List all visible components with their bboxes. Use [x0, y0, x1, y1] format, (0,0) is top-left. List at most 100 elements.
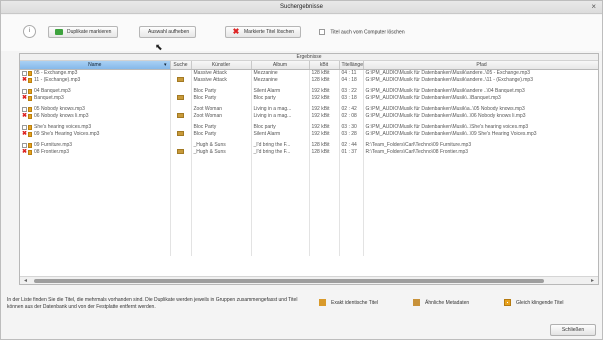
- file-name: She's hearing voices.mp3: [34, 123, 92, 130]
- file-name: 09 Furniture.mp3: [34, 141, 73, 148]
- cell-name[interactable]: ✖ Banquet.mp3: [20, 94, 171, 102]
- table-row[interactable]: 09 Furniture.mp3 _Hugh & Suns _I'd bring t…: [20, 141, 598, 149]
- cell-name[interactable]: ✖ 11 - (Exchange).mp3: [20, 76, 171, 84]
- row-checkbox[interactable]: [22, 142, 27, 148]
- column-header-album[interactable]: Album: [251, 61, 310, 70]
- cell-name[interactable]: ✖ 09 She's Hearing Voices.mp3: [20, 130, 171, 138]
- cell-path: R:\Team_Folders\Carl\Techno\08 Frontier.…: [363, 148, 598, 156]
- cell-album: Silent Alarm: [251, 87, 310, 95]
- cell-kbit: 192 kBit: [309, 87, 340, 95]
- column-header-kbit[interactable]: kBit: [309, 61, 340, 70]
- scroll-left-icon[interactable]: ◂: [24, 277, 27, 284]
- cell-album: _I'd bring the F...: [251, 141, 310, 149]
- results-grid: Ergebnisse Name ▾ Suche Künstler Album kB…: [19, 53, 599, 285]
- delete-mark-icon[interactable]: ✖: [22, 131, 27, 137]
- empty-row: [20, 165, 598, 176]
- cell-name[interactable]: 04 Banquet.mp3: [20, 87, 171, 95]
- mark-icon: [55, 29, 63, 35]
- row-checkbox[interactable]: [22, 106, 27, 112]
- cell-length: 03 : 30: [339, 123, 364, 131]
- cell-search: [170, 76, 192, 84]
- window-title: Suchergebnisse: [279, 4, 324, 10]
- delete-mark-icon[interactable]: ✖: [22, 113, 27, 119]
- cell-name[interactable]: ✖ 06 Nobody knows li.mp3: [20, 112, 171, 120]
- cell-artist: Zoot Woman: [191, 105, 252, 113]
- file-name: 04 Banquet.mp3: [34, 87, 71, 94]
- delete-marked-button[interactable]: ✖ Markierte Titel löschen: [225, 26, 302, 38]
- file-name: 09 She's Hearing Voices.mp3: [34, 130, 100, 137]
- cell-name[interactable]: She's hearing voices.mp3: [20, 123, 171, 131]
- row-checkbox[interactable]: [22, 124, 27, 130]
- column-header-search[interactable]: Suche: [170, 61, 192, 70]
- cell-artist: _Hugh & Suns: [191, 148, 252, 156]
- empty-row: [20, 185, 598, 196]
- table-row[interactable]: ✖ 06 Nobody knows li.mp3 Zoot Woman Living …: [20, 112, 598, 120]
- audio-file-icon: [28, 77, 32, 83]
- delete-mark-icon[interactable]: ✖: [22, 95, 27, 101]
- delete-from-computer-checkbox[interactable]: [319, 29, 325, 35]
- close-window-icon[interactable]: ×: [591, 3, 596, 11]
- clear-selection-button[interactable]: Auswahl aufheben: [139, 26, 197, 38]
- cell-path: R:\Team_Folders\Carl\Techno\09 Furniture…: [363, 141, 598, 149]
- cell-name[interactable]: ✖ 08 Frontier.mp3: [20, 148, 171, 156]
- audio-file-icon: [28, 113, 32, 119]
- row-checkbox[interactable]: [22, 70, 27, 76]
- column-header-length[interactable]: Titellänge: [339, 61, 364, 70]
- table-row[interactable]: ✖ 11 - (Exchange).mp3 Massive Attack Mezzan…: [20, 76, 598, 84]
- delete-mark-icon[interactable]: ✖: [22, 149, 27, 155]
- table-row[interactable]: 04 Banquet.mp3 Bloc Party Silent Alarm 192 …: [20, 87, 598, 95]
- delete-from-computer-option[interactable]: Titel auch vom Computer löschen: [319, 29, 405, 35]
- cell-artist: Bloc Party: [191, 87, 252, 95]
- table-row[interactable]: 05 - Exchange.mp3 Massive Attack Mezzanine…: [20, 69, 598, 77]
- table-row[interactable]: ✖ 08 Frontier.mp3 _Hugh & Suns _I'd bring t…: [20, 148, 598, 156]
- delete-x-icon: ✖: [232, 27, 240, 36]
- mark-duplicates-button[interactable]: Duplikate markieren: [48, 26, 119, 38]
- column-header-path[interactable]: Pfad: [363, 61, 598, 70]
- cell-artist: _Hugh & Suns: [191, 141, 252, 149]
- folder-icon: [177, 130, 184, 136]
- header-row: Name ▾ Suche Künstler Album kBit Titellän…: [20, 61, 598, 70]
- cell-album: Silent Alarm: [251, 130, 310, 138]
- table-row[interactable]: She's hearing voices.mp3 Bloc Party Bloc p…: [20, 123, 598, 131]
- cell-name[interactable]: 09 Furniture.mp3: [20, 141, 171, 149]
- cell-kbit: 128 kBit: [309, 76, 340, 84]
- cell-search: [170, 94, 192, 102]
- legend-metadata: Ähnliche Metadaten: [413, 299, 469, 306]
- cell-length: 04 : 11: [339, 69, 364, 77]
- cell-search: [170, 148, 192, 156]
- close-button[interactable]: Schließen: [550, 324, 596, 336]
- row-checkbox[interactable]: [22, 88, 27, 94]
- cell-length: 04 : 18: [339, 76, 364, 84]
- cell-search: [170, 123, 192, 131]
- cell-search: [170, 105, 192, 113]
- cell-path: G:\PM_AUDIO\Musik für Datenbanken\Musik\…: [363, 94, 598, 102]
- horizontal-scrollbar[interactable]: ◂ ▸: [20, 276, 598, 284]
- legend-sound-label: Gleich klingende Titel: [516, 299, 564, 306]
- table-row[interactable]: ✖ Banquet.mp3 Bloc Party Bloc party 192 kBit…: [20, 94, 598, 102]
- footer-description: In der Liste finden Sie die Titel, die m…: [7, 297, 298, 310]
- info-icon[interactable]: i: [23, 25, 36, 38]
- column-header-artist[interactable]: Künstler: [191, 61, 252, 70]
- cell-artist: Bloc Party: [191, 123, 252, 131]
- column-header-name[interactable]: Name ▾: [20, 61, 171, 70]
- table-row[interactable]: ✖ 09 She's Hearing Voices.mp3 Bloc Party Si…: [20, 130, 598, 138]
- audio-file-icon: [28, 124, 32, 130]
- file-name: 05 - Exchange.mp3: [34, 69, 78, 76]
- cell-path: G:\PM_AUDIO\Musik für Datenbanken\Musik\…: [363, 130, 598, 138]
- results-table-body: 05 - Exchange.mp3 Massive Attack Mezzanine…: [20, 69, 598, 256]
- cell-name[interactable]: 05 Nobody knows.mp3: [20, 105, 171, 113]
- table-row[interactable]: 05 Nobody knows.mp3 Zoot Woman Living in a…: [20, 105, 598, 113]
- grid-caption: Ergebnisse: [20, 54, 598, 61]
- legend-sound-swatch: [504, 299, 511, 306]
- scroll-right-icon[interactable]: ▸: [591, 277, 594, 284]
- cell-name[interactable]: 05 - Exchange.mp3: [20, 69, 171, 77]
- scrollbar-thumb[interactable]: [34, 279, 544, 283]
- file-name: 08 Frontier.mp3: [34, 148, 70, 155]
- cell-kbit: 192 kBit: [309, 123, 340, 131]
- cell-length: 03 : 28: [339, 130, 364, 138]
- results-window: Suchergebnisse × i Duplikate markieren A…: [0, 0, 603, 340]
- audio-file-icon: [28, 131, 32, 137]
- delete-mark-icon[interactable]: ✖: [22, 77, 27, 83]
- folder-icon: [177, 76, 184, 82]
- cell-kbit: 192 kBit: [309, 94, 340, 102]
